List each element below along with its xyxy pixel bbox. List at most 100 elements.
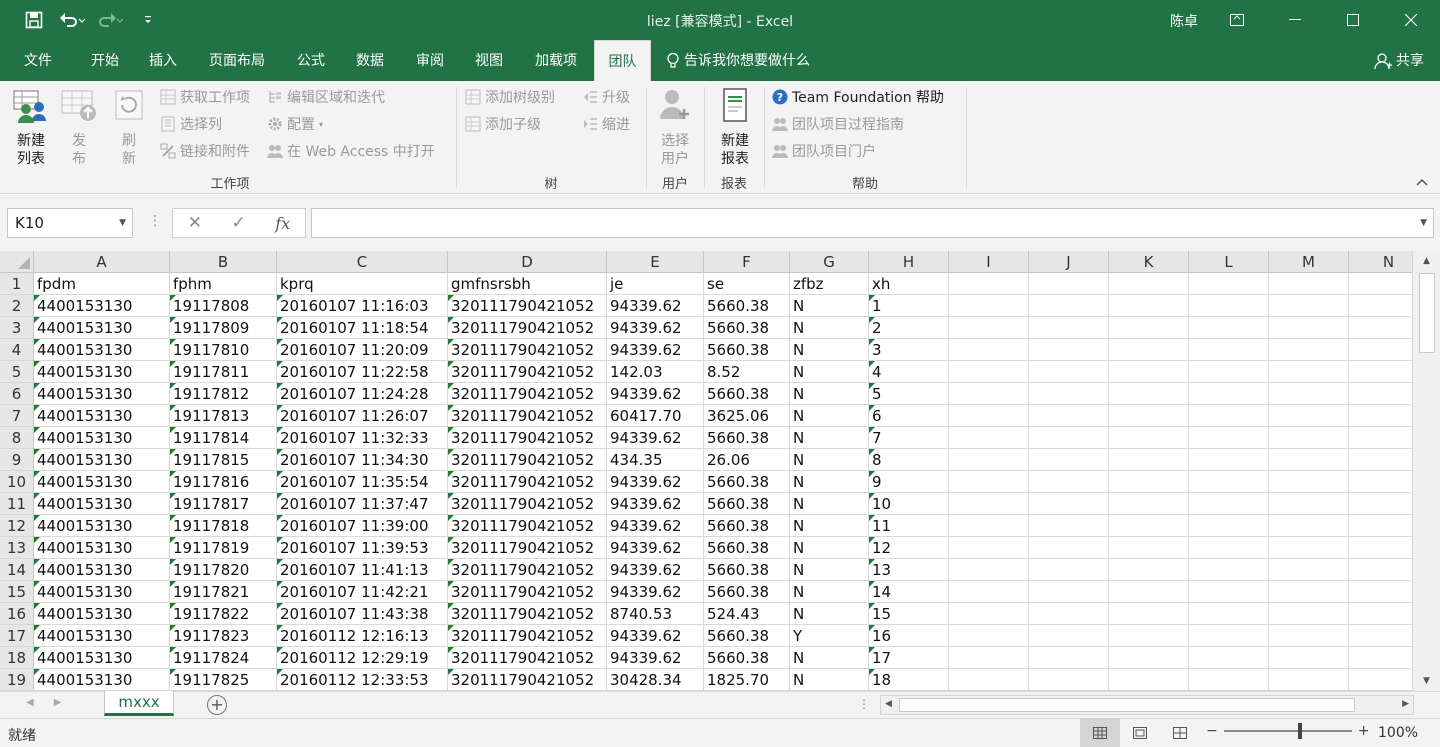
cell[interactable]	[1349, 471, 1412, 493]
cell[interactable]: 320111790421052	[448, 515, 607, 537]
cell[interactable]: 94339.62	[607, 581, 704, 603]
cell[interactable]	[1269, 559, 1349, 581]
cell[interactable]: 20160107 11:20:09	[277, 339, 448, 361]
cell[interactable]	[1269, 427, 1349, 449]
cell[interactable]	[1349, 295, 1412, 317]
cell[interactable]: 4400153130	[34, 669, 170, 691]
cell[interactable]	[949, 559, 1029, 581]
cell[interactable]: 320111790421052	[448, 493, 607, 515]
cell[interactable]	[1349, 427, 1412, 449]
cell[interactable]: 8740.53	[607, 603, 704, 625]
cell[interactable]	[1269, 581, 1349, 603]
chevron-down-icon[interactable]: ▼	[1420, 218, 1427, 228]
column-header[interactable]: B	[170, 251, 277, 273]
cell[interactable]: 19117818	[170, 515, 277, 537]
row-header[interactable]: 18	[0, 647, 34, 669]
add-child-button[interactable]: 添加子级	[465, 113, 541, 135]
cell[interactable]: N	[790, 383, 869, 405]
cell[interactable]	[949, 317, 1029, 339]
cell[interactable]: 524.43	[704, 603, 790, 625]
cell[interactable]: 19117825	[170, 669, 277, 691]
cell[interactable]: N	[790, 449, 869, 471]
cell[interactable]: fpdm	[34, 273, 170, 295]
cell[interactable]: 17	[869, 647, 949, 669]
cell[interactable]: 6	[869, 405, 949, 427]
cell[interactable]	[1349, 383, 1412, 405]
cell[interactable]: 7	[869, 427, 949, 449]
cell[interactable]	[1109, 515, 1189, 537]
cell[interactable]: zfbz	[790, 273, 869, 295]
cell[interactable]	[1029, 669, 1109, 691]
cell[interactable]: 19117821	[170, 581, 277, 603]
cell[interactable]: 4400153130	[34, 383, 170, 405]
cell[interactable]: 20160107 11:41:13	[277, 559, 448, 581]
cell[interactable]: 19117824	[170, 647, 277, 669]
cell[interactable]: 19117810	[170, 339, 277, 361]
cell[interactable]	[1269, 625, 1349, 647]
column-header[interactable]: J	[1029, 251, 1109, 273]
cell[interactable]	[1349, 581, 1412, 603]
cell[interactable]: N	[790, 361, 869, 383]
cell[interactable]: 4400153130	[34, 603, 170, 625]
cell[interactable]	[1029, 537, 1109, 559]
enter-icon[interactable]: ✓	[232, 213, 246, 233]
cell[interactable]	[1109, 339, 1189, 361]
cell[interactable]: 94339.62	[607, 295, 704, 317]
cell[interactable]	[1029, 581, 1109, 603]
cell[interactable]	[1189, 295, 1269, 317]
cell[interactable]	[1029, 383, 1109, 405]
cell[interactable]	[1269, 273, 1349, 295]
cell[interactable]	[1189, 559, 1269, 581]
cell[interactable]: 94339.62	[607, 383, 704, 405]
cell[interactable]	[1349, 317, 1412, 339]
add-sheet-button[interactable]: +	[207, 695, 227, 715]
cell[interactable]	[1189, 647, 1269, 669]
cell[interactable]: 19117817	[170, 493, 277, 515]
cell[interactable]	[1029, 647, 1109, 669]
cell[interactable]: 434.35	[607, 449, 704, 471]
cell[interactable]: 5660.38	[704, 317, 790, 339]
scroll-left-arrow[interactable]: ◀	[885, 699, 892, 709]
cell[interactable]	[1109, 625, 1189, 647]
cell[interactable]: 320111790421052	[448, 669, 607, 691]
cell[interactable]	[949, 361, 1029, 383]
cell[interactable]: 5660.38	[704, 625, 790, 647]
cell[interactable]: 4400153130	[34, 493, 170, 515]
cell[interactable]	[1109, 647, 1189, 669]
cell[interactable]: 5660.38	[704, 471, 790, 493]
formula-bar-resize-handle[interactable]: ⋮	[148, 213, 162, 229]
cell[interactable]: 320111790421052	[448, 339, 607, 361]
add-tree-level-button[interactable]: 添加树级别	[465, 86, 555, 108]
cell[interactable]: 320111790421052	[448, 559, 607, 581]
cell[interactable]	[1029, 273, 1109, 295]
cell[interactable]: 4400153130	[34, 295, 170, 317]
cell[interactable]	[1189, 471, 1269, 493]
cell[interactable]: 5	[869, 383, 949, 405]
zoom-out-button[interactable]: −	[1206, 723, 1218, 739]
cell[interactable]	[1269, 603, 1349, 625]
column-header[interactable]: N	[1349, 251, 1412, 273]
row-header[interactable]: 16	[0, 603, 34, 625]
cell[interactable]: 320111790421052	[448, 471, 607, 493]
cell[interactable]: N	[790, 295, 869, 317]
cell[interactable]	[1109, 669, 1189, 691]
cell[interactable]: 20160107 11:16:03	[277, 295, 448, 317]
select-user-button[interactable]: 选择 用户	[652, 87, 698, 168]
cell[interactable]: 5660.38	[704, 339, 790, 361]
tab-6[interactable]: 审阅	[400, 40, 460, 81]
column-header[interactable]: G	[790, 251, 869, 273]
get-work-items-button[interactable]: 获取工作项	[160, 86, 250, 108]
cell[interactable]: 320111790421052	[448, 405, 607, 427]
cell[interactable]: N	[790, 493, 869, 515]
row-header[interactable]: 13	[0, 537, 34, 559]
cell[interactable]	[1349, 493, 1412, 515]
row-header[interactable]: 14	[0, 559, 34, 581]
choose-columns-button[interactable]: 选择列	[160, 113, 222, 135]
cell[interactable]	[1029, 515, 1109, 537]
horizontal-scroll-thumb[interactable]	[899, 698, 1355, 712]
cell[interactable]: 20160107 11:22:58	[277, 361, 448, 383]
cell[interactable]	[1269, 537, 1349, 559]
tab-5[interactable]: 数据	[340, 40, 400, 81]
scroll-up-arrow[interactable]: ▲	[1413, 251, 1440, 271]
cell[interactable]: 26.06	[704, 449, 790, 471]
